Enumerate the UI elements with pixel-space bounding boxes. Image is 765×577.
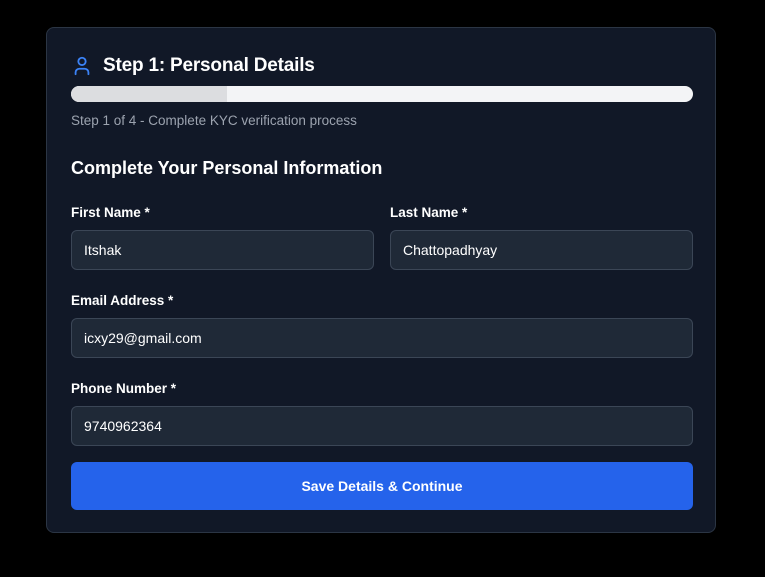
save-continue-button[interactable]: Save Details & Continue xyxy=(71,462,693,510)
user-icon xyxy=(74,56,90,76)
progress-caption: Step 1 of 4 - Complete KYC verification … xyxy=(71,113,357,128)
progress-bar xyxy=(71,86,693,102)
card-header: Step 1: Personal Details xyxy=(71,54,315,78)
progress-bar-fill xyxy=(71,86,227,102)
first-name-label: First Name * xyxy=(71,205,150,220)
first-name-input[interactable] xyxy=(71,230,374,270)
step-title: Step 1: Personal Details xyxy=(103,55,315,76)
phone-label: Phone Number * xyxy=(71,381,177,396)
last-name-label: Last Name * xyxy=(390,205,468,220)
phone-input[interactable] xyxy=(71,406,693,446)
last-name-input[interactable] xyxy=(390,230,693,270)
email-input[interactable] xyxy=(71,318,693,358)
email-label: Email Address * xyxy=(71,293,174,308)
kyc-step-card: Step 1: Personal Details Step 1 of 4 - C… xyxy=(46,27,716,533)
section-title: Complete Your Personal Information xyxy=(71,158,383,178)
